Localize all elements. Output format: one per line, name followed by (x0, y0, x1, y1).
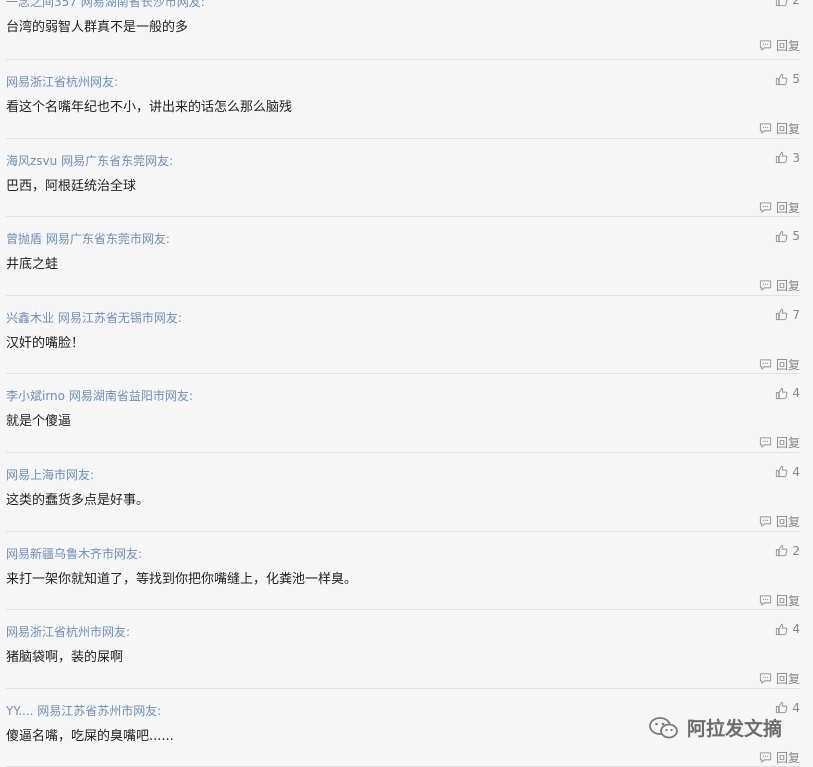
like-count: 4 (792, 700, 800, 715)
reply-button[interactable]: 回复 (759, 356, 800, 373)
reply-button[interactable]: 回复 (759, 592, 800, 609)
reply-button[interactable]: 回复 (759, 277, 800, 294)
comment-bubble-icon (759, 122, 772, 135)
comment-item: 一念之间357 网易湖南省长沙市网友: 台湾的弱智人群真不是一般的多 2 回复 (6, 0, 800, 60)
like-button[interactable]: 5 (775, 229, 800, 243)
comment-list: 一念之间357 网易湖南省长沙市网友: 台湾的弱智人群真不是一般的多 2 回复 网易浙江… (0, 0, 813, 767)
comment-bubble-icon (759, 672, 772, 685)
like-count: 4 (792, 622, 800, 637)
comment-text: 来打一架你就知道了，等找到你把你嘴缝上，化粪池一样臭。 (6, 571, 358, 587)
comment-bubble-icon (759, 279, 772, 292)
comment-username[interactable]: 海风zsvu 网易广东省东莞网友: (6, 152, 173, 169)
like-count: 5 (792, 72, 800, 86)
reply-button[interactable]: 回复 (759, 37, 800, 54)
comment-username[interactable]: 曾抛盾 网易广东省东莞市网友: (6, 230, 170, 247)
thumbs-up-icon (775, 623, 788, 636)
comment-text: 傻逼名嘴，吃屎的臭嘴吧...... (6, 728, 174, 744)
reply-label: 回复 (775, 357, 800, 372)
watermark-label: 阿拉发文摘 (687, 718, 783, 740)
reply-label: 回复 (775, 436, 800, 451)
reply-button[interactable]: 回复 (759, 749, 800, 766)
comment-item: 网易上海市网友: 这类的蠢货多点是好事。 4 回复 (6, 453, 800, 532)
like-count: 3 (792, 150, 800, 165)
reply-button[interactable]: 回复 (759, 199, 800, 216)
thumbs-up-icon (775, 387, 788, 400)
comment-bubble-icon (759, 358, 772, 371)
comment-username[interactable]: 李小斌irno 网易湖南省益阳市网友: (6, 387, 193, 404)
reply-label: 回复 (775, 122, 800, 136)
reply-label: 回复 (775, 593, 800, 608)
comment-text: 就是个傻逼 (6, 414, 72, 430)
thumbs-up-icon (775, 544, 788, 557)
reply-button[interactable]: 回复 (759, 670, 800, 687)
reply-label: 回复 (775, 279, 800, 294)
like-count: 4 (792, 464, 800, 479)
like-button[interactable]: 5 (775, 72, 800, 86)
like-count: 2 (792, 543, 800, 558)
like-button[interactable]: 7 (775, 308, 800, 322)
comment-item: 海风zsvu 网易广东省东莞网友: 巴西，阿根廷统治全球 3 回复 (6, 139, 800, 218)
comment-username[interactable]: YY.... 网易江苏省苏州市网友: (6, 702, 161, 719)
reply-button[interactable]: 回复 (759, 434, 800, 451)
like-button[interactable]: 4 (775, 465, 800, 479)
comment-text: 台湾的弱智人群真不是一般的多 (6, 20, 189, 35)
comment-text: 井底之蛙 (6, 257, 59, 273)
comment-bubble-icon (759, 39, 772, 52)
comment-bubble-icon (759, 594, 772, 607)
comment-username[interactable]: 兴鑫木业 网易江苏省无锡市网友: (6, 309, 182, 326)
reply-button[interactable]: 回复 (759, 513, 800, 530)
comment-text: 看这个名嘴年纪也不小，讲出来的话怎么那么脑残 (6, 100, 293, 115)
like-count: 2 (792, 0, 800, 7)
like-count: 5 (792, 229, 800, 244)
reply-label: 回复 (775, 750, 800, 765)
watermark: 阿拉发文摘 (649, 714, 782, 741)
reply-label: 回复 (775, 39, 800, 53)
wechat-icon (649, 716, 679, 740)
comment-item: 网易新疆乌鲁木齐市网友: 来打一架你就知道了，等找到你把你嘴缝上，化粪池一样臭。 2… (6, 532, 800, 611)
thumbs-up-icon (775, 230, 788, 243)
comment-item: 网易浙江省杭州市网友: 猪脑袋啊，装的屎啊 4 回复 (6, 610, 800, 689)
comment-item: 李小斌irno 网易湖南省益阳市网友: 就是个傻逼 4 回复 (6, 374, 800, 453)
reply-label: 回复 (775, 200, 800, 215)
comment-bubble-icon (759, 515, 772, 528)
thumbs-up-icon (775, 308, 788, 321)
reply-label: 回复 (775, 672, 800, 687)
reply-button[interactable]: 回复 (759, 120, 800, 137)
comment-text: 猪脑袋啊，装的屎啊 (6, 650, 124, 666)
comment-item: 兴鑫木业 网易江苏省无锡市网友: 汉奸的嘴脸！ 7 回复 (6, 296, 800, 375)
comment-bubble-icon (759, 201, 772, 214)
comment-text: 汉奸的嘴脸！ (6, 335, 85, 351)
comment-username[interactable]: 一念之间357 网易湖南省长沙市网友: (6, 0, 205, 10)
comment-username[interactable]: 网易浙江省杭州市网友: (6, 623, 130, 640)
comment-bubble-icon (759, 436, 772, 449)
like-button[interactable]: 2 (775, 0, 800, 7)
thumbs-up-icon (775, 73, 788, 86)
comment-item: 网易浙江省杭州网友: 看这个名嘴年纪也不小，讲出来的话怎么那么脑残 5 回复 (6, 60, 800, 139)
like-button[interactable]: 4 (775, 386, 800, 400)
like-count: 4 (792, 386, 800, 401)
like-button[interactable]: 2 (775, 544, 800, 558)
like-count: 7 (792, 307, 800, 322)
comment-item: 曾抛盾 网易广东省东莞市网友: 井底之蛙 5 回复 (6, 217, 800, 296)
comment-text: 这类的蠢货多点是好事。 (6, 492, 150, 508)
thumbs-up-icon (775, 0, 788, 7)
like-button[interactable]: 4 (775, 622, 800, 636)
thumbs-up-icon (775, 151, 788, 164)
thumbs-up-icon (775, 465, 788, 478)
thumbs-up-icon (775, 701, 788, 714)
comment-username[interactable]: 网易上海市网友: (6, 466, 94, 483)
comment-username[interactable]: 网易新疆乌鲁木齐市网友: (6, 545, 142, 562)
like-button[interactable]: 4 (775, 701, 800, 715)
like-button[interactable]: 3 (775, 151, 800, 165)
comment-username[interactable]: 网易浙江省杭州网友: (6, 73, 118, 90)
comment-text: 巴西，阿根廷统治全球 (6, 178, 137, 194)
reply-label: 回复 (775, 514, 800, 529)
